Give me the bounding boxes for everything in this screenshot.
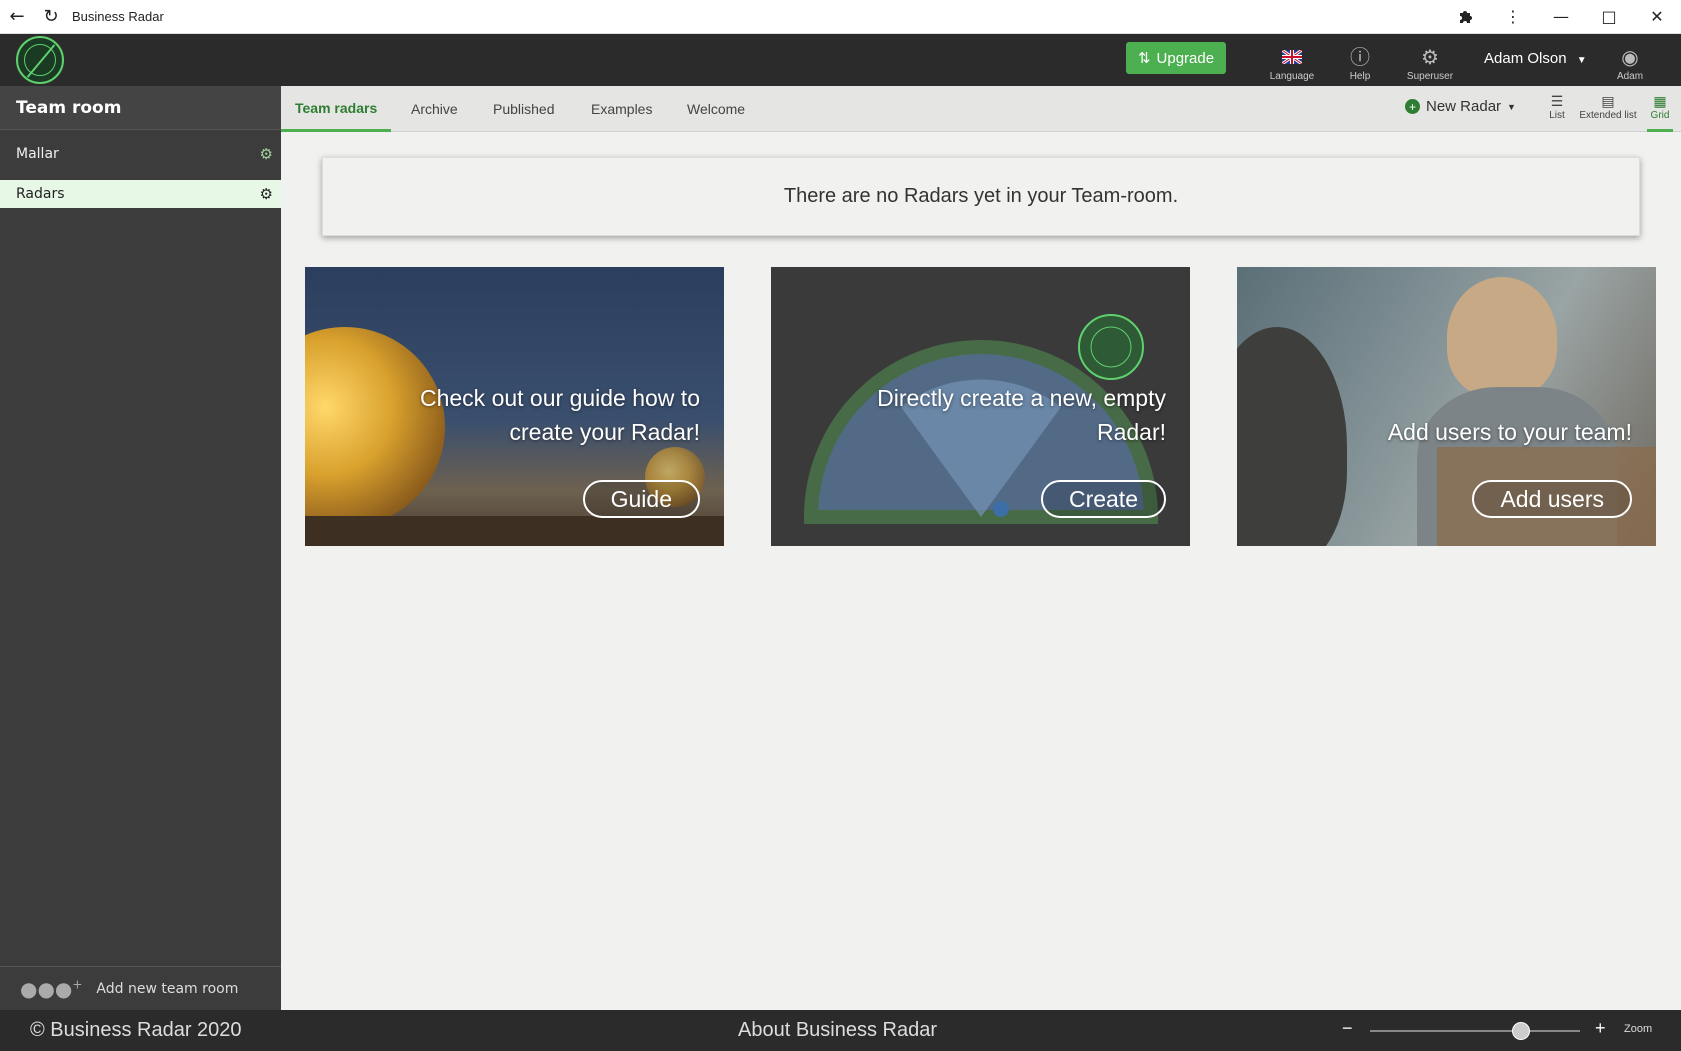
minimize-icon[interactable]: — [1537,0,1585,34]
tab-welcome[interactable]: Welcome [687,86,745,132]
person-image [1447,277,1557,397]
more-vertical-icon[interactable]: ⋮ [1489,0,1537,34]
uk-flag-icon [1281,45,1303,71]
new-radar-button[interactable]: + New Radar ▼ [1405,98,1516,115]
upgrade-label: Upgrade [1156,49,1215,67]
language-label: Language [1269,71,1315,82]
view-label: Extended list [1579,110,1637,121]
window-title: Business Radar [72,9,164,24]
grid-icon: ▦ [1653,93,1667,109]
close-icon[interactable]: ✕ [1633,0,1681,34]
extended-list-icon: ▤ [1601,93,1615,109]
zoom-in-button[interactable]: + [1595,1018,1606,1039]
tab-examples[interactable]: Examples [591,86,652,132]
add-group-icon: ●●●+ [20,976,83,1001]
superuser-button[interactable]: ⚙ Superuser [1402,38,1458,82]
view-list-button[interactable]: ☰ List [1544,92,1570,132]
sidebar-title: Team room [0,86,281,130]
zoom-slider-thumb[interactable] [1512,1022,1531,1040]
view-grid-button[interactable]: ▦ Grid [1647,92,1673,132]
help-label: Help [1349,71,1371,82]
new-radar-label: New Radar [1426,98,1502,115]
sidebar-item-radars[interactable]: Radars ⚙ [0,180,281,208]
person-image [1237,327,1347,546]
footer: © Business Radar 2020 About Business Rad… [0,1010,1681,1051]
create-button[interactable]: Create [1040,480,1166,518]
sidebar-item-label: Mallar [16,146,59,162]
create-card[interactable]: Directly create a new, empty Radar! Crea… [771,267,1190,546]
guide-card-text-line: Check out our guide how to [419,385,700,411]
create-card-text: Directly create a new, empty Radar! [877,381,1166,449]
business-radar-logo[interactable] [16,36,64,84]
gear-icon[interactable]: ⚙ [260,185,273,203]
zoom-label: Zoom [1624,1023,1653,1035]
view-label: Grid [1650,110,1670,121]
sidebar-item-mallar[interactable]: Mallar ⚙ [0,140,281,168]
add-team-room-button[interactable]: ●●●+ Add new team room [0,966,281,1010]
user-menu[interactable]: Adam Olson ▼ [1484,50,1587,67]
create-card-text-line: Radar! [1096,419,1166,445]
back-arrow-icon[interactable]: ← [0,0,34,34]
view-label: List [1549,110,1565,121]
extensions-puzzle-icon[interactable] [1441,0,1489,34]
copyright: © Business Radar 2020 [30,1019,242,1041]
guide-card[interactable]: Check out our guide how to create your R… [305,267,724,546]
chevron-down-icon: ▼ [1507,101,1516,112]
view-extended-list-button[interactable]: ▤ Extended list [1577,92,1639,132]
empty-message: There are no Radars yet in your Team-roo… [783,185,1179,207]
ground-image [305,516,724,546]
tab-published[interactable]: Published [493,86,555,132]
app-root: ← ↻ Business Radar ⋮ — □ ✕ ⇅ Upgrade Lan… [0,0,1681,1051]
user-gear-icon: ⚙ [1421,47,1439,69]
zoom-slider-track[interactable] [1370,1022,1580,1040]
maximize-icon[interactable]: □ [1585,0,1633,34]
about-link[interactable]: About Business Radar [738,1019,937,1042]
upgrade-icon: ⇅ [1137,50,1151,67]
avatar-menu[interactable]: ◉ Adam [1608,38,1652,82]
add-team-room-label: Add new team room [96,980,239,997]
plus-circle-icon: + [1405,99,1420,114]
zoom-out-button[interactable]: − [1342,1018,1353,1039]
reload-icon[interactable]: ↻ [34,0,68,34]
add-users-card-text: Add users to your team! [1388,415,1632,449]
guide-card-text: Check out our guide how to create your R… [420,381,700,449]
sidebar: Team room Mallar ⚙ Radars ⚙ ●●●+ Add new… [0,86,281,1010]
upgrade-button[interactable]: ⇅ Upgrade [1126,42,1226,74]
add-users-button[interactable]: Add users [1472,480,1632,518]
help-button[interactable]: ⓘ Help [1340,38,1380,82]
tab-archive[interactable]: Archive [411,86,458,132]
window-titlebar: ← ↻ Business Radar ⋮ — □ ✕ [0,0,1681,34]
tabs-bar: Team radars Archive Published Examples W… [281,86,1681,132]
tab-team-radars[interactable]: Team radars [281,86,392,132]
empty-message-box: There are no Radars yet in your Team-roo… [322,157,1640,236]
avatar-user-icon: ◉ [1621,47,1639,69]
user-name: Adam Olson [1484,50,1567,67]
create-card-text-line: Directly create a new, empty [877,385,1166,411]
superuser-label: Superuser [1406,71,1454,82]
gear-icon[interactable]: ⚙ [260,145,273,163]
list-icon: ☰ [1550,93,1564,109]
guide-button[interactable]: Guide [582,480,700,518]
chevron-down-icon: ▼ [1576,55,1587,66]
add-users-card[interactable]: Add users to your team! Add users [1237,267,1656,546]
language-selector[interactable]: Language [1262,38,1322,82]
help-question-icon: ⓘ [1350,47,1370,69]
sidebar-item-label: Radars [16,186,65,202]
add-users-card-text-line: Add users to your team! [1387,419,1632,445]
avatar-label: Adam [1616,71,1644,82]
guide-card-text-line: create your Radar! [509,419,700,445]
app-header: ⇅ Upgrade Language ⓘ Help ⚙ Superuser Ad… [0,34,1681,86]
